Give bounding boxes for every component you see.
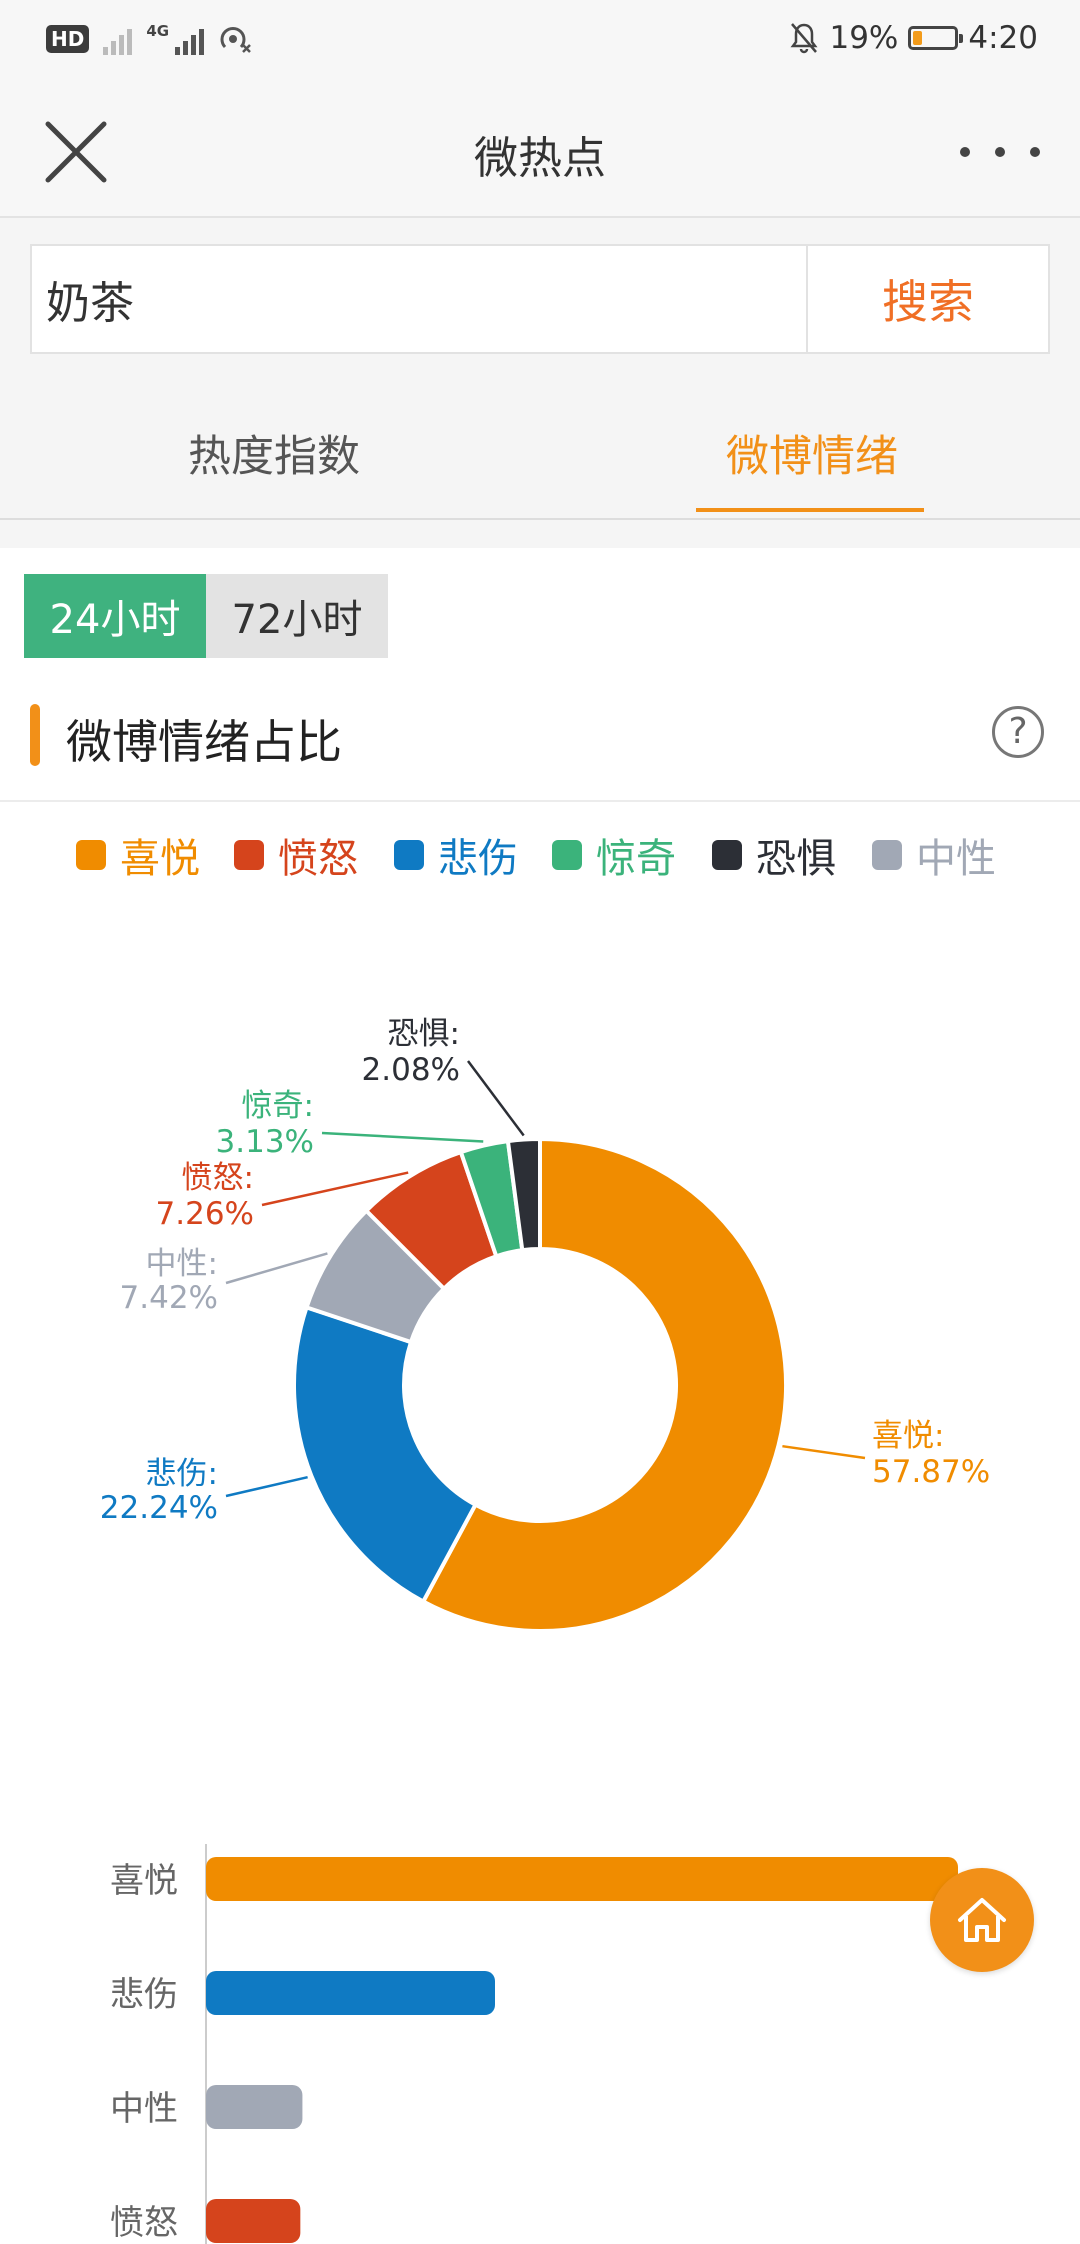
- pie-leader-line: [321, 1131, 484, 1143]
- bar-category-label: 悲伤: [110, 1975, 178, 2015]
- pie-label-value: 7.26%: [156, 1196, 254, 1232]
- pie-label-value: 57.87%: [872, 1454, 990, 1490]
- bar-1: [206, 1971, 496, 2015]
- mute-bell-icon: [790, 23, 818, 54]
- emotion-charts: 喜悦:57.87% 悲伤:22.24% 中性:7.42% 愤怒:7.26% 惊奇:3.1…: [100, 1016, 990, 2244]
- network-type: 4G: [146, 22, 170, 40]
- search-button[interactable]: 搜索: [806, 246, 1048, 352]
- pie-label-name: 愤怒:: [182, 1160, 254, 1196]
- bar-2: [206, 2085, 303, 2129]
- search-input[interactable]: [32, 246, 806, 352]
- status-bar: HD 4G 19% 4:20: [0, 0, 1080, 84]
- pie-label-name: 喜悦:: [872, 1418, 944, 1454]
- pie-slice-1: [292, 1304, 479, 1605]
- active-tab-indicator: [696, 508, 924, 512]
- pie-leader-line: [782, 1444, 866, 1460]
- battery-icon: [908, 26, 964, 50]
- tab-bar: 热度指数 微博情绪: [0, 380, 1080, 520]
- clock: 4:20: [968, 20, 1038, 56]
- pie-leader-line: [225, 1475, 308, 1498]
- tab-weibo-emotion[interactable]: 微博情绪: [726, 422, 898, 484]
- bar-category-label: 愤怒: [110, 2203, 178, 2243]
- pie-label-value: 3.13%: [216, 1124, 314, 1160]
- pie-leader-line: [466, 1060, 525, 1137]
- pie-label-value: 22.24%: [100, 1490, 218, 1526]
- emotion-panel: 24小时 72小时 微博情绪占比 ? 喜悦 愤怒 悲伤 惊奇 恐惧 中性 喜悦:…: [0, 548, 1080, 2244]
- more-icon[interactable]: [960, 132, 1040, 172]
- hotspot-icon: [220, 27, 251, 53]
- app-bar: 微热点: [0, 84, 1080, 218]
- pie-label-value: 2.08%: [362, 1052, 460, 1088]
- home-icon: [958, 1898, 1006, 1942]
- tab-heat-index[interactable]: 热度指数: [188, 422, 360, 484]
- bar-category-label: 中性: [110, 2089, 178, 2129]
- pie-label-name: 悲伤:: [146, 1456, 218, 1492]
- hd-icon: HD: [46, 25, 90, 53]
- pie-label-value: 7.42%: [120, 1280, 218, 1316]
- signal-icon: [103, 23, 133, 55]
- home-button[interactable]: [930, 1868, 1034, 1972]
- bar-3: [206, 2199, 301, 2243]
- bar-0: [206, 1857, 958, 1901]
- pie-leader-line: [225, 1252, 328, 1285]
- pie-label-name: 惊奇:: [242, 1088, 314, 1124]
- pie-label-name: 恐惧:: [388, 1016, 460, 1052]
- bar-category-label: 喜悦: [110, 1861, 178, 1901]
- page-title: 微热点: [474, 133, 606, 184]
- search-bar: 搜索: [30, 244, 1050, 354]
- pie-label-name: 中性:: [146, 1246, 218, 1282]
- battery-percent: 19%: [829, 20, 899, 56]
- signal-icon: [175, 23, 205, 55]
